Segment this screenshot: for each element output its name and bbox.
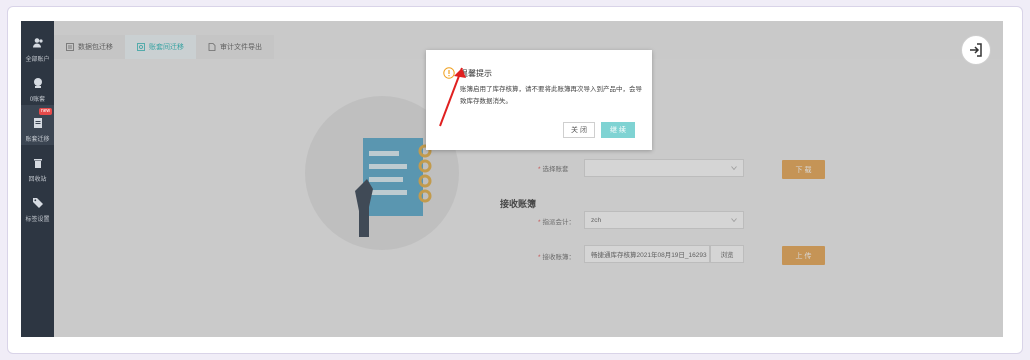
sidebar-item-label: 账套迁移 <box>25 137 50 143</box>
sidebar-item-label: 0账套 <box>29 97 46 103</box>
document-icon <box>30 115 46 131</box>
sign-out-icon <box>970 43 982 57</box>
sidebar-item-tag-settings[interactable]: 标签设置 <box>21 185 54 225</box>
users-icon <box>30 35 46 51</box>
close-button[interactable]: 关 闭 <box>563 122 595 138</box>
sidebar-item-label: 全部账户 <box>25 57 50 63</box>
sidebar-item-label: 标签设置 <box>25 217 50 223</box>
new-badge: new <box>39 108 53 115</box>
sidebar-item-label: 回收站 <box>28 177 47 183</box>
continue-button[interactable]: 继 续 <box>601 122 635 138</box>
tag-icon <box>30 195 46 211</box>
sidebar-item-recycle-bin[interactable]: 回收站 <box>21 145 54 185</box>
sidebar-item-book-migration[interactable]: new 账套迁移 <box>21 105 54 145</box>
dialog-message: 账簿启用了库存核算，请不要将此账簿再次导入到产品中，会导致库存数据消失。 <box>460 86 642 105</box>
exit-button[interactable] <box>961 35 991 65</box>
sidebar-item-books[interactable]: 0账套 <box>21 65 54 105</box>
trash-icon <box>30 155 46 171</box>
annotation-arrow-icon <box>439 67 466 127</box>
coin-icon <box>30 75 46 91</box>
sidebar: 全部账户 0账套 new 账套迁移 回收站 标签设置 <box>21 21 54 337</box>
sidebar-item-all-accounts[interactable]: 全部账户 <box>21 25 54 65</box>
